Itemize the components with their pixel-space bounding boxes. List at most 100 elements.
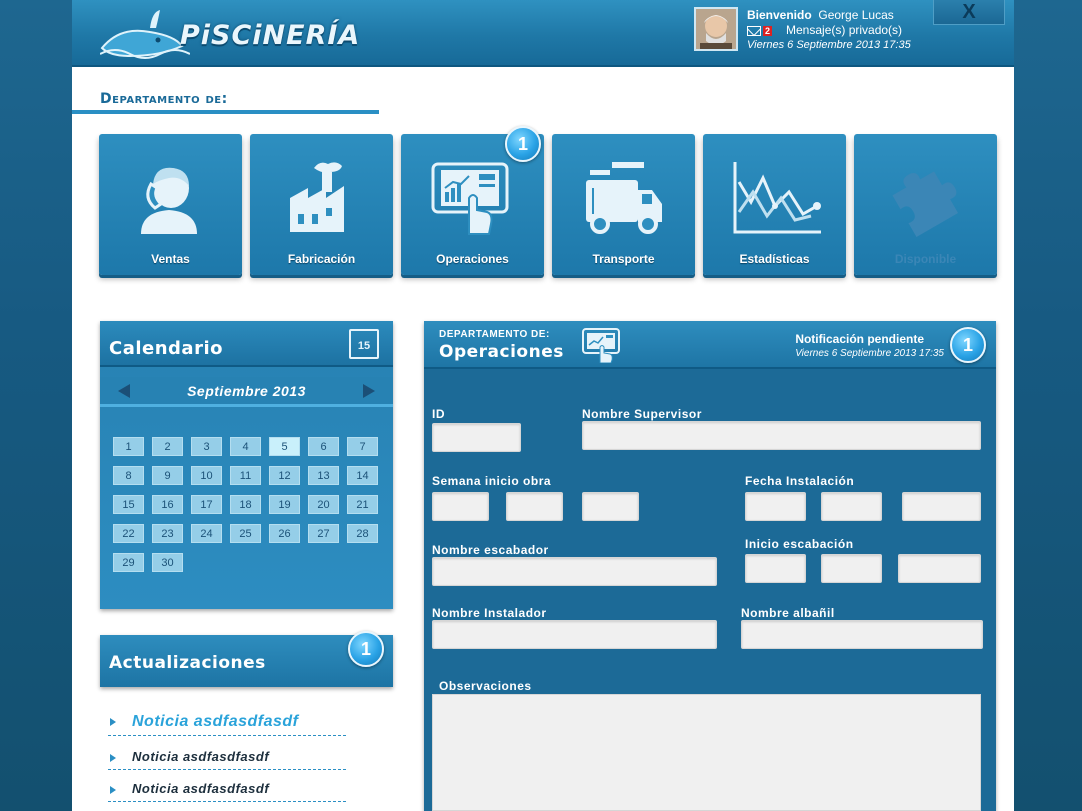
- news-text: Noticia asdfasdfasdf: [132, 749, 270, 764]
- phone-person-icon: [141, 167, 197, 234]
- calendar-day[interactable]: 15: [113, 495, 144, 514]
- albanil-input[interactable]: [741, 620, 983, 649]
- updates-header: Actualizaciones 1: [100, 631, 393, 687]
- calendar-day[interactable]: 29: [113, 553, 144, 572]
- calendar-day[interactable]: 3: [191, 437, 222, 456]
- tile-ventas[interactable]: Ventas: [99, 134, 242, 275]
- supervisor-input[interactable]: [582, 421, 981, 450]
- calendar-title: Calendario: [109, 338, 223, 359]
- semana-input-3[interactable]: [582, 492, 639, 521]
- tile-label: Ventas: [151, 252, 190, 266]
- calendar-day[interactable]: 6: [308, 437, 339, 456]
- escabador-input[interactable]: [432, 557, 717, 586]
- fecha-instalacion-day[interactable]: [745, 492, 806, 521]
- label-id: ID: [432, 407, 445, 421]
- calendar-day[interactable]: 23: [152, 524, 183, 543]
- notification-title: Notificación pendiente: [795, 332, 924, 346]
- label-inicio-escabacion: Inicio escabación: [745, 537, 854, 551]
- label-instalador: Nombre Instalador: [432, 606, 547, 620]
- messages-label: Mensaje(s) privado(s): [786, 23, 903, 37]
- next-month-icon[interactable]: [363, 384, 375, 398]
- news-item[interactable]: Noticia asdfasdfasdf: [108, 781, 346, 803]
- label-supervisor: Nombre Supervisor: [582, 407, 702, 421]
- bullet-icon: [110, 718, 116, 726]
- top-header: PiSCiNERÍA Bienvenido George Lucas 2 Mens…: [72, 0, 1014, 67]
- operations-form-panel: DEPARTAMENTO DE: Operaciones Notificació…: [424, 321, 996, 811]
- instalador-input[interactable]: [432, 620, 717, 649]
- news-item[interactable]: Noticia asdfasdfasdf: [108, 749, 346, 771]
- tile-fabricacion[interactable]: Fabricación: [250, 134, 393, 275]
- calendar-day[interactable]: 2: [152, 437, 183, 456]
- calendar-icon[interactable]: 15: [349, 329, 379, 359]
- calendar-day[interactable]: 12: [269, 466, 300, 485]
- label-semana: Semana inicio obra: [432, 474, 552, 488]
- logo[interactable]: PiSCiNERÍA: [99, 6, 359, 60]
- tile-operaciones[interactable]: Operaciones 1: [401, 126, 544, 275]
- calendar-day[interactable]: 28: [347, 524, 378, 543]
- month-navigator: Septiembre 2013: [100, 377, 393, 407]
- calendar-day[interactable]: 13: [308, 466, 339, 485]
- calendar-widget: Calendario 15 Septiembre 2013 1234567891…: [100, 321, 393, 609]
- updates-title: Actualizaciones: [109, 653, 266, 673]
- tile-label: Estadísticas: [739, 252, 810, 266]
- truck-icon: [586, 162, 662, 234]
- form-dept-label: DEPARTAMENTO DE:: [439, 329, 550, 340]
- news-item[interactable]: Noticia asdfasdfasdf: [108, 713, 346, 737]
- bullet-icon: [110, 786, 116, 794]
- fecha-instalacion-year[interactable]: [902, 492, 981, 521]
- line-chart-icon: [733, 162, 821, 234]
- calendar-day[interactable]: 30: [152, 553, 183, 572]
- calendar-day[interactable]: 18: [230, 495, 261, 514]
- semana-input-1[interactable]: [432, 492, 489, 521]
- calendar-day[interactable]: 8: [113, 466, 144, 485]
- calendar-day[interactable]: 11: [230, 466, 261, 485]
- month-label: Septiembre 2013: [187, 383, 306, 399]
- calendar-day[interactable]: 20: [308, 495, 339, 514]
- calendar-day[interactable]: 25: [230, 524, 261, 543]
- calendar-day[interactable]: 14: [347, 466, 378, 485]
- main-content: Departamento de: Ventas Fabricación Oper…: [72, 67, 1014, 811]
- inicio-escabacion-year[interactable]: [898, 554, 981, 583]
- user-photo: [696, 9, 736, 49]
- logo-text: PiSCiNERÍA: [180, 20, 361, 51]
- id-input[interactable]: [432, 423, 521, 452]
- news-text: Noticia asdfasdfasdf: [132, 713, 299, 730]
- calendar-day[interactable]: 22: [113, 524, 144, 543]
- tile-transporte[interactable]: Transporte: [552, 134, 695, 275]
- calendar-day[interactable]: 5: [269, 437, 300, 456]
- right-background: [1014, 0, 1082, 811]
- calendar-day[interactable]: 9: [152, 466, 183, 485]
- calendar-day[interactable]: 17: [191, 495, 222, 514]
- calendar-day[interactable]: 1: [113, 437, 144, 456]
- calendar-day[interactable]: 26: [269, 524, 300, 543]
- inicio-escabacion-month[interactable]: [821, 554, 882, 583]
- calendar-day[interactable]: 4: [230, 437, 261, 456]
- calendar-day[interactable]: 21: [347, 495, 378, 514]
- calendar-day[interactable]: 27: [308, 524, 339, 543]
- observaciones-textarea[interactable]: [432, 694, 981, 811]
- inicio-escabacion-day[interactable]: [745, 554, 806, 583]
- divider: [108, 769, 346, 770]
- message-count-badge: 2: [763, 25, 773, 36]
- tablet-chart-icon: [431, 162, 509, 235]
- divider: [108, 801, 346, 802]
- left-background: [0, 0, 72, 811]
- calendar-day[interactable]: 16: [152, 495, 183, 514]
- close-button[interactable]: X: [933, 0, 1005, 25]
- calendar-day[interactable]: 10: [191, 466, 222, 485]
- department-title-underline: [72, 110, 379, 114]
- semana-input-2[interactable]: [506, 492, 563, 521]
- factory-icon: [290, 162, 344, 232]
- tile-label: Operaciones: [436, 252, 509, 266]
- calendar-day[interactable]: 24: [191, 524, 222, 543]
- calendar-day[interactable]: 7: [347, 437, 378, 456]
- fecha-instalacion-month[interactable]: [821, 492, 882, 521]
- tile-label: Disponible: [894, 252, 957, 266]
- tile-disponible: Disponible: [854, 134, 997, 275]
- form-header: DEPARTAMENTO DE: Operaciones Notificació…: [424, 321, 996, 369]
- calendar-day[interactable]: 19: [269, 495, 300, 514]
- avatar[interactable]: [694, 7, 738, 51]
- tile-estadisticas[interactable]: Estadísticas: [703, 134, 846, 275]
- messages-link[interactable]: 2 Mensaje(s) privado(s): [747, 23, 902, 37]
- news-text: Noticia asdfasdfasdf: [132, 781, 270, 796]
